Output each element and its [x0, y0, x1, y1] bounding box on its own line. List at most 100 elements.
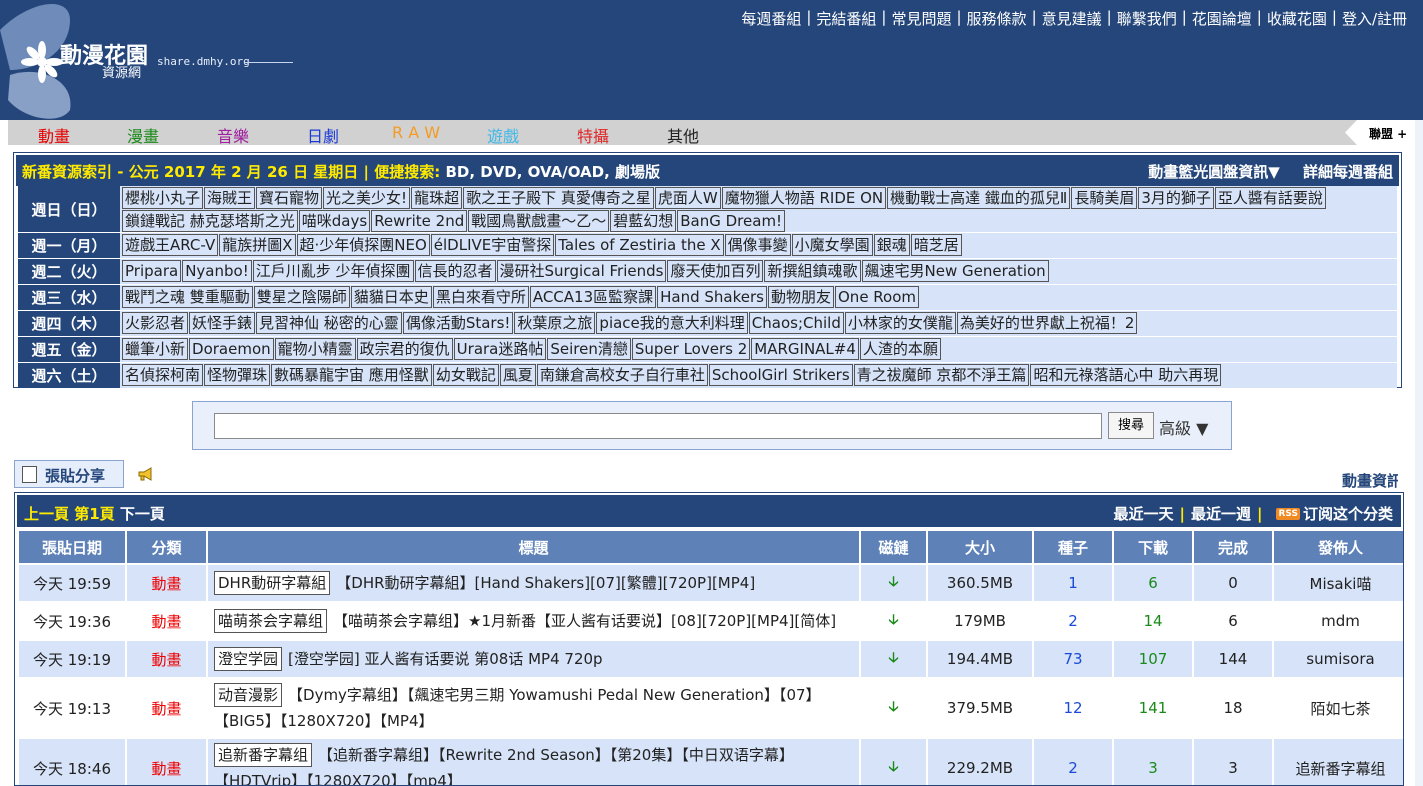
bluray-info-dropdown[interactable]: 動畫籃光圓盤資訊▼	[1148, 163, 1280, 181]
magnet-cell[interactable]: 🡣	[861, 565, 926, 601]
nav-forum[interactable]: 花園論壇	[1192, 8, 1252, 29]
torrent-title-link[interactable]: 【Dymy字幕组】【飆速宅男三期 Yowamushi Pedal New Gen…	[214, 686, 821, 730]
team-tag[interactable]: 澄空学园	[214, 647, 283, 671]
show-link[interactable]: BanG Dream!	[677, 210, 786, 232]
category-drama[interactable]: 日劇	[307, 123, 339, 147]
show-link[interactable]: Rewrite 2nd	[371, 210, 468, 232]
uploader-link[interactable]: sumisora	[1274, 641, 1403, 677]
category-music[interactable]: 音樂	[217, 123, 249, 147]
show-link[interactable]: Urara迷路帖	[453, 338, 547, 360]
category-anime[interactable]: 動畫	[38, 123, 70, 147]
category-other[interactable]: 其他	[667, 123, 699, 147]
show-link[interactable]: 怪物彈珠	[204, 364, 271, 386]
nav-completed[interactable]: 完結番組	[816, 8, 876, 29]
search-input[interactable]	[214, 413, 1102, 439]
show-link[interactable]: Tales of Zestiria the X	[555, 234, 724, 256]
category-tokusatsu[interactable]: 特攝	[577, 123, 609, 147]
col-title[interactable]: 標題	[208, 531, 859, 563]
show-link[interactable]: Seiren清戀	[547, 338, 631, 360]
rss-icon[interactable]: RSS	[1276, 507, 1300, 520]
show-link[interactable]: Doraemon	[189, 338, 274, 360]
nav-weekly[interactable]: 每週番組	[741, 8, 801, 29]
show-link[interactable]: 碧藍幻想	[610, 210, 677, 232]
torrent-title-link[interactable]: 【喵萌茶会字幕组】★1月新番【亚人酱有话要说】[08][720P][MP4][简…	[333, 612, 836, 630]
magnet-download-icon[interactable]: 🡣	[888, 574, 898, 590]
show-link[interactable]: Super Lovers 2	[631, 338, 751, 360]
show-link[interactable]: 廢天使加百列	[667, 260, 764, 282]
magnet-cell[interactable]: 🡣	[861, 641, 926, 677]
show-link[interactable]: 機動戰士高達 鐵血的孤兒Ⅱ	[887, 187, 1071, 209]
magnet-cell[interactable]: 🡣	[861, 679, 926, 737]
category-game[interactable]: 遊戲	[487, 123, 519, 147]
show-link[interactable]: Chaos;Child	[748, 312, 844, 334]
show-link[interactable]: Pripara	[122, 260, 182, 282]
nav-bookmark[interactable]: 收藏花園	[1267, 8, 1327, 29]
category-tag-label[interactable]: 動畫	[151, 575, 181, 593]
show-link[interactable]: SchoolGirl Strikers	[708, 364, 853, 386]
category-manga[interactable]: 漫畫	[127, 123, 159, 147]
show-link[interactable]: 海賊王	[204, 187, 256, 209]
category-raw[interactable]: R A W	[392, 123, 440, 142]
magnet-download-icon[interactable]: 🡣	[888, 650, 898, 666]
show-link[interactable]: 長騎美眉	[1071, 187, 1138, 209]
show-link[interactable]: 銀魂	[873, 234, 910, 256]
show-link[interactable]: 新撰組鎮魂歌	[764, 260, 861, 282]
category-tag[interactable]: 動畫	[127, 739, 206, 785]
show-link[interactable]: 超·少年偵探團NEO	[296, 234, 430, 256]
col-uploader[interactable]: 發佈人	[1274, 531, 1403, 563]
team-tag[interactable]: 动音漫影	[214, 683, 283, 707]
show-link[interactable]: Hand Shakers	[657, 286, 767, 308]
nav-login[interactable]: 登入/註冊	[1342, 8, 1407, 29]
show-link[interactable]: 鎖鏈戰記 赫克瑟塔斯之光	[122, 210, 298, 232]
magnet-download-icon[interactable]: 🡣	[888, 759, 898, 775]
show-link[interactable]: 江戶川亂步 少年偵探團	[252, 260, 414, 282]
show-link[interactable]: élDLIVE宇宙警探	[430, 234, 555, 256]
announcement-horn-icon[interactable]	[137, 466, 155, 482]
show-link[interactable]: 龍珠超	[411, 187, 463, 209]
show-link[interactable]: 蠟筆小新	[122, 338, 189, 360]
col-seeds[interactable]: 種子	[1034, 531, 1112, 563]
category-tag[interactable]: 動畫	[127, 641, 206, 677]
show-link[interactable]: 喵咪days	[298, 210, 371, 232]
weekly-detail-link[interactable]: 詳細每週番組	[1303, 163, 1393, 181]
site-logo[interactable]: 動漫花園 資源網 share.dmhy.org	[0, 0, 300, 120]
show-link[interactable]: 寶石寵物	[256, 187, 323, 209]
quick-search-links[interactable]: BD, DVD, OVA/OAD, 劇場版	[445, 163, 660, 181]
category-tag-label[interactable]: 動畫	[151, 700, 181, 718]
show-link[interactable]: 小魔女學園	[791, 234, 873, 256]
show-link[interactable]: 龍族拼圖X	[219, 234, 296, 256]
show-link[interactable]: 名偵探柯南	[122, 364, 204, 386]
show-link[interactable]: 歌之王子殿下 真愛傳奇之星	[463, 187, 654, 209]
col-date[interactable]: 張貼日期	[19, 531, 125, 563]
category-tag-label[interactable]: 動畫	[151, 760, 181, 778]
team-tag[interactable]: 喵萌茶会字幕组	[214, 609, 328, 633]
show-link[interactable]: 寵物小精靈	[274, 338, 356, 360]
anime-info-heading[interactable]: 動畫資訊	[1342, 470, 1398, 491]
category-tag[interactable]: 動畫	[127, 679, 206, 737]
show-link[interactable]: 偶像事變	[724, 234, 791, 256]
nav-contact[interactable]: 聯繫我們	[1117, 8, 1177, 29]
show-link[interactable]: 南鎌倉高校女子自行車社	[536, 364, 708, 386]
uploader-link[interactable]: 陌如七茶	[1274, 679, 1403, 737]
advanced-search-toggle[interactable]: 高級 ▼	[1159, 415, 1208, 439]
nav-terms[interactable]: 服務條款	[967, 8, 1027, 29]
post-share-button[interactable]: 張貼分享	[14, 460, 124, 488]
show-link[interactable]: 妖怪手錶	[189, 312, 256, 334]
show-link[interactable]: piace我的意大利料理	[596, 312, 748, 334]
show-link[interactable]: 為美好的世界獻上祝福！2	[956, 312, 1138, 334]
category-tag[interactable]: 動畫	[127, 603, 206, 639]
show-link[interactable]: 動物朋友	[767, 286, 834, 308]
show-link[interactable]: ACCA13區監察課	[529, 286, 657, 308]
show-link[interactable]: One Room	[835, 286, 920, 308]
show-link[interactable]: 飆速宅男New Generation	[861, 260, 1049, 282]
show-link[interactable]: 櫻桃小丸子	[122, 187, 204, 209]
recent-week-link[interactable]: 最近一週	[1191, 503, 1251, 524]
prev-page-link[interactable]: 上一頁	[24, 505, 69, 523]
nav-faq[interactable]: 常見問題	[891, 8, 951, 29]
show-link[interactable]: 雙星之陰陽師	[253, 286, 350, 308]
recent-day-link[interactable]: 最近一天	[1113, 503, 1173, 524]
col-downloads[interactable]: 下載	[1114, 531, 1192, 563]
show-link[interactable]: Nyanbo!	[182, 260, 252, 282]
show-link[interactable]: MARGINAL#4	[751, 338, 859, 360]
show-link[interactable]: 3月的獅子	[1138, 187, 1214, 209]
